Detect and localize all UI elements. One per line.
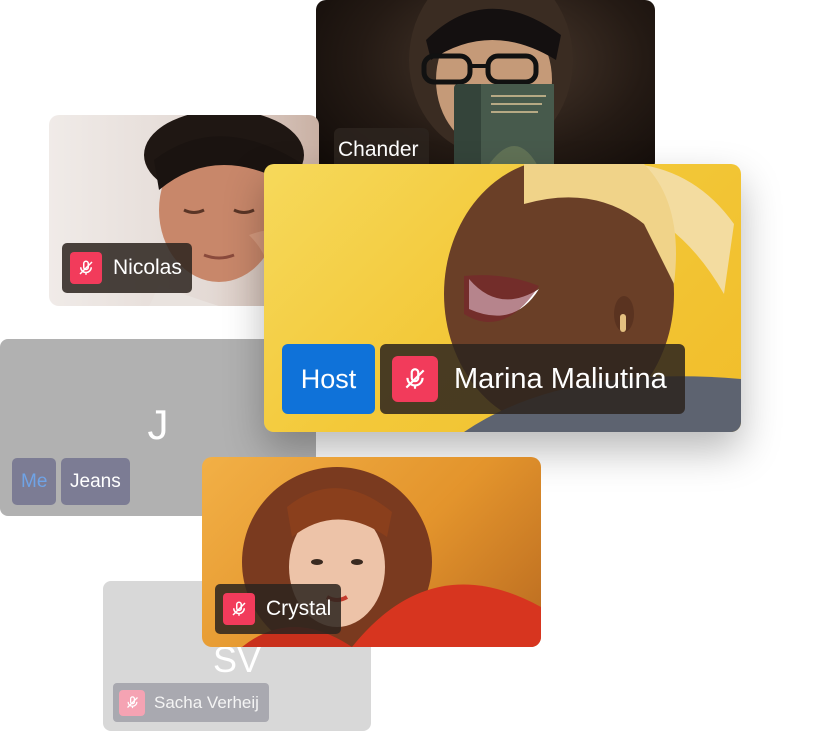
microphone-slash-icon[interactable] [223,593,255,625]
video-tile-marina[interactable]: Host Marina Maliutina [264,164,741,432]
participant-name: Sacha Verheij [154,692,259,712]
name-label: Crystal [215,584,342,634]
name-label: Nicolas [62,243,192,293]
participant-name: Marina Maliutina [454,362,667,395]
participant-name: Chander [338,138,419,161]
participant-name: Nicolas [113,256,182,279]
microphone-slash-icon[interactable] [119,689,145,716]
microphone-slash-icon[interactable] [70,252,102,284]
me-label: Me [21,470,48,492]
name-label: Jeans [61,458,130,505]
me-badge: Me [12,458,57,505]
name-label: Marina Maliutina [380,344,685,414]
participant-name: Jeans [70,470,121,492]
participant-name: Crystal [266,597,332,620]
microphone-slash-icon[interactable] [392,356,438,402]
host-badge: Host [282,344,375,414]
video-tile-chander[interactable]: Chander [316,0,655,172]
name-label: Sacha Verheij [113,683,269,722]
video-tile-crystal[interactable]: Crystal [202,457,541,647]
host-label: Host [300,363,357,394]
